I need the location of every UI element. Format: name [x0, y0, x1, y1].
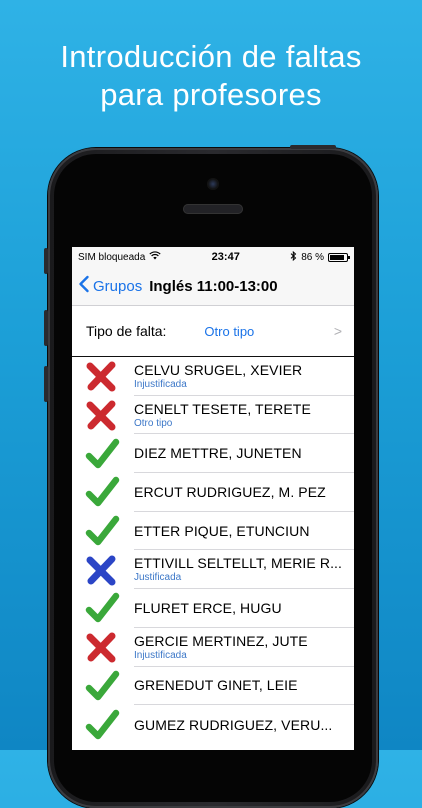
- phone-volume-down-button: [44, 366, 48, 402]
- battery-percent: 86 %: [301, 251, 324, 263]
- headline-line-1: Introducción de faltas: [60, 39, 362, 74]
- absence-note: Justificada: [134, 572, 182, 584]
- student-name: ETTER PIQUE, ETUNCIUN: [134, 522, 310, 539]
- green-check-icon[interactable]: [84, 436, 124, 472]
- absence-note: Injustificada: [134, 649, 187, 661]
- red-cross-icon[interactable]: [84, 358, 124, 394]
- student-row[interactable]: GRENEDUT GINET, LEIE: [72, 667, 354, 706]
- red-cross-icon[interactable]: [84, 397, 124, 433]
- student-name: GRENEDUT GINET, LEIE: [134, 677, 298, 694]
- absence-note: Injustificada: [134, 378, 187, 390]
- green-check-icon[interactable]: [84, 590, 124, 626]
- student-name: CELVU SRUGEL, XEVIER: [134, 361, 303, 378]
- page-title: Inglés 11:00-13:00: [149, 277, 278, 295]
- earpiece-speaker: [183, 204, 243, 214]
- absence-type-label: Tipo de falta:: [86, 323, 167, 339]
- phone-mute-switch: [44, 248, 48, 274]
- clock: 23:47: [211, 251, 240, 263]
- battery-icon: [328, 252, 350, 262]
- carrier-label: SIM bloqueada: [78, 251, 146, 263]
- red-cross-icon[interactable]: [84, 629, 124, 665]
- phone-volume-up-button: [44, 310, 48, 346]
- blue-cross-icon[interactable]: [84, 552, 124, 588]
- student-row[interactable]: GERCIE MERTINEZ, JUTE Injustificada: [72, 628, 354, 667]
- student-list: CELVU SRUGEL, XEVIER Injustificada CENEL…: [72, 357, 354, 744]
- chevron-right-icon: >: [333, 323, 342, 339]
- green-check-icon[interactable]: [84, 707, 124, 743]
- app-screen: SIM bloqueada 23:47 86 % Grupos Inglés 1…: [72, 247, 354, 750]
- student-name: ETTIVILL SELTELLT, MERIE R...: [134, 555, 343, 572]
- status-bar: SIM bloqueada 23:47 86 %: [72, 247, 354, 267]
- student-name: GUMEZ RUDRIGUEZ, VERU...: [134, 716, 333, 733]
- bluetooth-icon: [290, 250, 297, 264]
- student-row[interactable]: CELVU SRUGEL, XEVIER Injustificada: [72, 357, 354, 396]
- front-camera: [207, 178, 219, 190]
- student-name: DIEZ METTRE, JUNETEN: [134, 445, 302, 462]
- student-row[interactable]: ETTIVILL SELTELLT, MERIE R... Justificad…: [72, 550, 354, 590]
- student-row[interactable]: CENELT TESETE, TERETE Otro tipo: [72, 396, 354, 435]
- student-name: ERCUT RUDRIGUEZ, M. PEZ: [134, 483, 326, 500]
- absence-type-selector[interactable]: Tipo de falta: Otro tipo >: [72, 306, 354, 357]
- navigation-bar: Grupos Inglés 11:00-13:00: [72, 267, 354, 306]
- absence-type-value: Otro tipo: [204, 323, 255, 339]
- back-button[interactable]: Grupos: [78, 275, 142, 297]
- green-check-icon[interactable]: [84, 668, 124, 704]
- student-row[interactable]: DIEZ METTRE, JUNETEN: [72, 434, 354, 474]
- student-name: GERCIE MERTINEZ, JUTE: [134, 632, 308, 649]
- headline: Introducción de faltas para profesores: [0, 38, 422, 114]
- back-button-label: Grupos: [93, 277, 143, 295]
- absence-note: Otro tipo: [134, 417, 173, 429]
- phone-power-button: [290, 145, 336, 149]
- green-check-icon[interactable]: [84, 513, 124, 549]
- student-row[interactable]: ETTER PIQUE, ETUNCIUN: [72, 512, 354, 551]
- green-check-icon[interactable]: [84, 474, 124, 510]
- student-name: FLURET ERCE, HUGU: [134, 599, 282, 616]
- headline-line-2: para profesores: [100, 77, 322, 112]
- student-row[interactable]: ERCUT RUDRIGUEZ, M. PEZ: [72, 473, 354, 512]
- chevron-left-icon: [78, 275, 90, 297]
- student-row[interactable]: GUMEZ RUDRIGUEZ, VERU...: [72, 705, 354, 744]
- student-row[interactable]: FLURET ERCE, HUGU: [72, 589, 354, 628]
- wifi-icon: [149, 251, 161, 263]
- student-name: CENELT TESETE, TERETE: [134, 400, 311, 417]
